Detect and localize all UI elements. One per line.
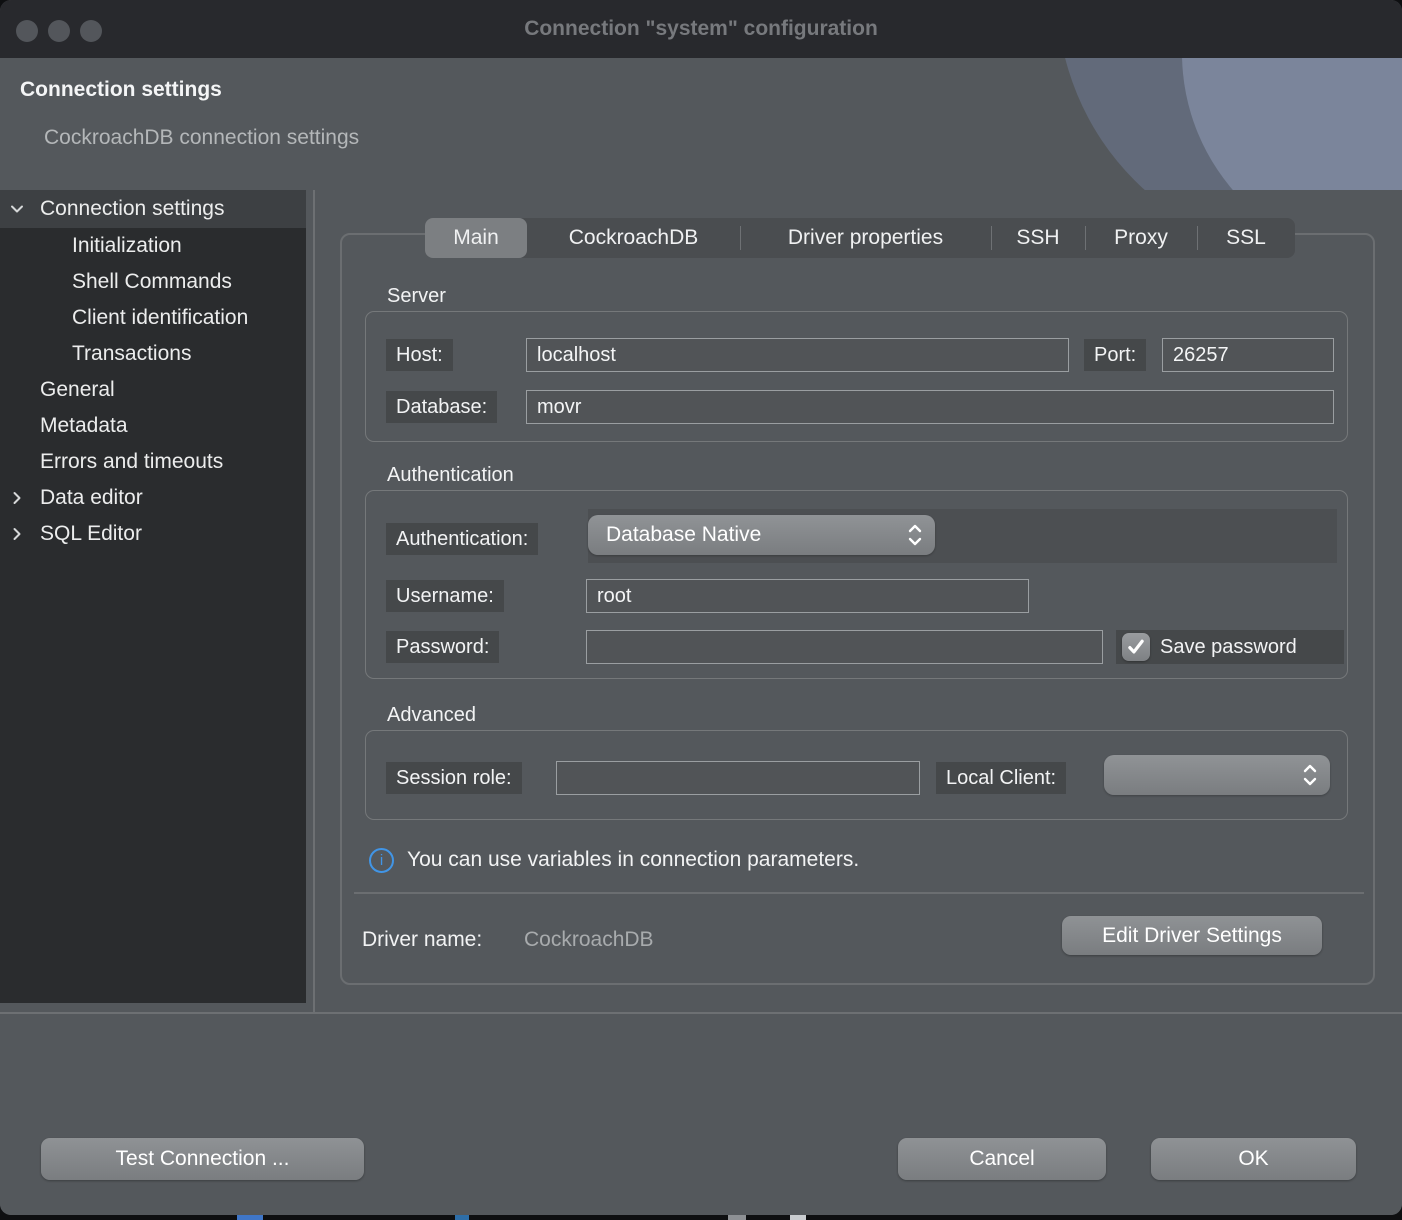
- close-window-button[interactable]: [16, 20, 38, 42]
- tree-item-label: General: [40, 378, 115, 402]
- desktop-background: Connection "system" configuration Connec…: [0, 0, 1402, 1220]
- save-password-label: Save password: [1160, 636, 1297, 659]
- chevron-down-icon: [8, 200, 26, 218]
- port-input[interactable]: [1162, 338, 1334, 372]
- updown-chevron-icon: [1302, 762, 1318, 788]
- driver-name-label: Driver name:: [362, 928, 482, 952]
- chevron-right-icon: [8, 489, 26, 507]
- titlebar: Connection "system" configuration: [0, 0, 1402, 58]
- tree-item-label: Data editor: [40, 486, 143, 510]
- save-password-checkbox[interactable]: [1122, 633, 1150, 661]
- local-client-select[interactable]: [1104, 755, 1330, 795]
- session-role-label: Session role:: [386, 762, 522, 794]
- username-label: Username:: [386, 580, 504, 612]
- host-label: Host:: [386, 339, 453, 371]
- tree-item-label: Connection settings: [40, 197, 224, 221]
- local-client-label: Local Client:: [936, 762, 1066, 794]
- tree-item-label: Shell Commands: [72, 270, 232, 294]
- tree-item-label: SQL Editor: [40, 522, 142, 546]
- session-role-input[interactable]: [556, 761, 920, 795]
- chevron-right-icon: [8, 525, 26, 543]
- save-password-chip: Save password: [1116, 630, 1344, 664]
- driver-name-value: CockroachDB: [524, 928, 654, 952]
- tree-item-general[interactable]: General: [0, 372, 306, 408]
- variables-hint-text: You can use variables in connection para…: [407, 848, 859, 872]
- tree-item-label: Errors and timeouts: [40, 450, 223, 474]
- tree-item-client-identification[interactable]: Client identification: [0, 300, 306, 336]
- info-icon: i: [369, 848, 394, 873]
- test-connection-button[interactable]: Test Connection ...: [41, 1138, 364, 1180]
- tree-item-label: Metadata: [40, 414, 128, 438]
- tab-cockroachdb[interactable]: CockroachDB: [527, 218, 740, 258]
- tree-item-sql-editor[interactable]: SQL Editor: [0, 516, 306, 552]
- authentication-label: Authentication:: [386, 523, 538, 555]
- window-title: Connection "system" configuration: [0, 0, 1402, 58]
- advanced-group-label: Advanced: [387, 704, 476, 727]
- cancel-button[interactable]: Cancel: [898, 1138, 1106, 1180]
- ok-button[interactable]: OK: [1151, 1138, 1356, 1180]
- dialog-header: Connection settings CockroachDB connecti…: [0, 58, 1402, 190]
- tab-main[interactable]: Main: [425, 218, 527, 258]
- server-group-label: Server: [387, 285, 446, 308]
- sidebar-divider: [313, 190, 315, 1012]
- settings-tree: Connection settings Initialization Shell…: [0, 190, 306, 1003]
- page-subtitle: CockroachDB connection settings: [44, 126, 359, 150]
- tab-driver-properties[interactable]: Driver properties: [740, 218, 991, 258]
- authentication-group-box: Authentication: Database Native Username…: [365, 490, 1348, 679]
- tree-item-transactions[interactable]: Transactions: [0, 336, 306, 372]
- main-tab-panel: Server Host: Port: Database: Authenticat…: [340, 233, 1375, 985]
- authentication-select[interactable]: Database Native: [588, 515, 935, 555]
- panel-divider: [354, 892, 1364, 894]
- dialog-footer: Test Connection ... Cancel OK: [0, 1014, 1402, 1215]
- fullscreen-window-button[interactable]: [80, 20, 102, 42]
- connection-configuration-dialog: Connection "system" configuration Connec…: [0, 0, 1402, 1215]
- database-input[interactable]: [526, 390, 1334, 424]
- dock-sliver: [455, 1215, 469, 1220]
- dock-sliver: [728, 1215, 746, 1220]
- tree-item-label: Initialization: [72, 234, 182, 258]
- tree-item-data-editor[interactable]: Data editor: [0, 480, 306, 516]
- username-input[interactable]: [586, 579, 1029, 613]
- tree-item-errors-and-timeouts[interactable]: Errors and timeouts: [0, 444, 306, 480]
- connection-tabbar: Main CockroachDB Driver properties SSH P…: [425, 218, 1295, 258]
- tree-item-initialization[interactable]: Initialization: [0, 228, 306, 264]
- tree-item-shell-commands[interactable]: Shell Commands: [0, 264, 306, 300]
- tab-ssh[interactable]: SSH: [991, 218, 1085, 258]
- edit-driver-settings-button[interactable]: Edit Driver Settings: [1062, 916, 1322, 955]
- port-label: Port:: [1084, 339, 1146, 371]
- minimize-window-button[interactable]: [48, 20, 70, 42]
- updown-chevron-icon: [907, 522, 923, 548]
- database-label: Database:: [386, 391, 497, 423]
- server-group-box: Host: Port: Database:: [365, 311, 1348, 442]
- host-input[interactable]: [526, 338, 1069, 372]
- tree-item-label: Transactions: [72, 342, 191, 366]
- password-label: Password:: [386, 631, 499, 663]
- tree-item-metadata[interactable]: Metadata: [0, 408, 306, 444]
- tree-item-label: Client identification: [72, 306, 248, 330]
- tab-proxy[interactable]: Proxy: [1085, 218, 1197, 258]
- tab-ssl[interactable]: SSL: [1197, 218, 1295, 258]
- tree-item-connection-settings[interactable]: Connection settings: [0, 190, 306, 228]
- traffic-lights: [16, 20, 102, 42]
- authentication-selected-value: Database Native: [588, 523, 907, 547]
- checkmark-icon: [1127, 639, 1145, 655]
- advanced-group-box: Session role: Local Client:: [365, 730, 1348, 820]
- page-title: Connection settings: [20, 78, 222, 102]
- dock-sliver: [790, 1215, 806, 1220]
- authentication-group-label: Authentication: [387, 464, 514, 487]
- dock-sliver: [237, 1215, 263, 1220]
- password-input[interactable]: [586, 630, 1103, 664]
